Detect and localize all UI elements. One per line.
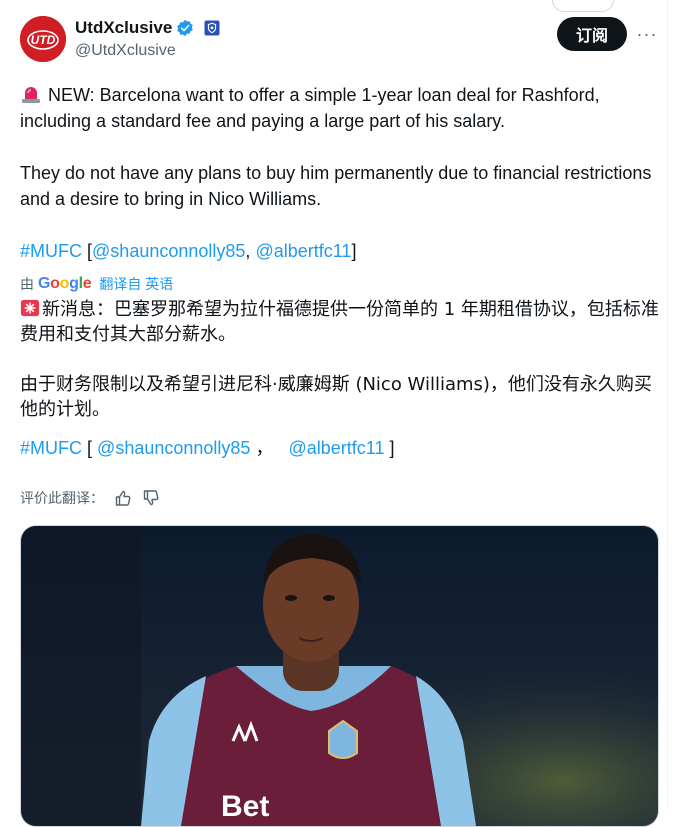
google-logo: Google <box>38 275 92 292</box>
verified-badge-icon[interactable] <box>176 19 194 37</box>
handle[interactable]: @UtdXclusive <box>75 42 176 60</box>
partial-top-button <box>552 0 614 12</box>
translated-bracket-open: [ <box>87 438 93 458</box>
mention-separator: , <box>245 241 256 261</box>
translated-hashtag-link[interactable]: #MUFC <box>20 438 82 458</box>
translated-paragraph-1: 新消息：巴塞罗那希望为拉什福德提供一份简单的 1 年期租借协议，包括标准费用和支… <box>20 297 662 347</box>
affiliate-badge-icon[interactable] <box>204 20 220 36</box>
translated-text: 新消息：巴塞罗那希望为拉什福德提供一份简单的 1 年期租借协议，包括标准费用和支… <box>20 297 662 422</box>
rotating-light-icon <box>22 87 40 103</box>
player-photo: Bet <box>21 526 658 826</box>
translated-by-label: 由 <box>20 276 34 292</box>
avatar-logo-icon: UTD <box>20 16 66 62</box>
translation-attribution: 由 Google 翻译自 英语 <box>20 274 173 294</box>
translated-from-link[interactable]: 翻译自 英语 <box>99 274 173 294</box>
translated-bracket-close: ] <box>389 438 395 458</box>
rate-translation: 评价此翻译： <box>20 488 160 508</box>
translated-mention-separator: ， <box>255 438 274 458</box>
tweet-paragraph-1-text: NEW: Barcelona want to offer a simple 1-… <box>20 85 600 131</box>
rate-translation-label: 评价此翻译： <box>20 490 104 506</box>
translated-mention-link-2[interactable]: @albertfc11 <box>288 438 384 458</box>
translated-paragraph-1-text: 新消息：巴塞罗那希望为拉什福德提供一份简单的 1 年期租借协议，包括标准费用和支… <box>20 299 659 345</box>
more-options-button[interactable]: ··· <box>635 22 659 46</box>
bracket-close: ] <box>351 241 357 261</box>
column-divider <box>667 0 668 810</box>
translated-paragraph-2: 由于财务限制以及希望引进尼科·威廉姆斯 (Nico Williams)，他们没有… <box>20 374 652 420</box>
translated-mention-link-1[interactable]: @shaunconnolly85 <box>97 438 250 458</box>
tweet-paragraph-1: NEW: Barcelona want to offer a simple 1-… <box>20 82 662 134</box>
tweet-tags: #MUFC [@shaunconnolly85, @albertfc11] <box>20 238 662 264</box>
tweet-media-image[interactable]: Bet <box>20 525 659 827</box>
svg-text:UTD: UTD <box>31 33 56 47</box>
avatar[interactable]: UTD <box>20 16 66 62</box>
mention-link-2[interactable]: @albertfc11 <box>255 241 351 261</box>
display-name[interactable]: UtdXclusive <box>75 18 172 38</box>
svg-text:Bet: Bet <box>221 790 269 823</box>
name-row: UtdXclusive <box>75 18 220 38</box>
tweet-paragraph-2: They do not have any plans to buy him pe… <box>20 163 652 209</box>
rotating-light-icon <box>20 299 40 317</box>
thumbs-up-icon[interactable] <box>114 489 132 507</box>
tweet-header: UTD UtdXclusive @UtdXclusive 订阅 ··· <box>20 14 660 68</box>
hashtag-link[interactable]: #MUFC <box>20 241 82 261</box>
tweet-text: NEW: Barcelona want to offer a simple 1-… <box>20 82 662 264</box>
thumbs-down-icon[interactable] <box>142 489 160 507</box>
subscribe-button[interactable]: 订阅 <box>557 17 627 51</box>
mention-link-1[interactable]: @shaunconnolly85 <box>92 241 245 261</box>
translated-tags: #MUFC [ @shaunconnolly85 ， @albertfc11 ] <box>20 434 395 460</box>
